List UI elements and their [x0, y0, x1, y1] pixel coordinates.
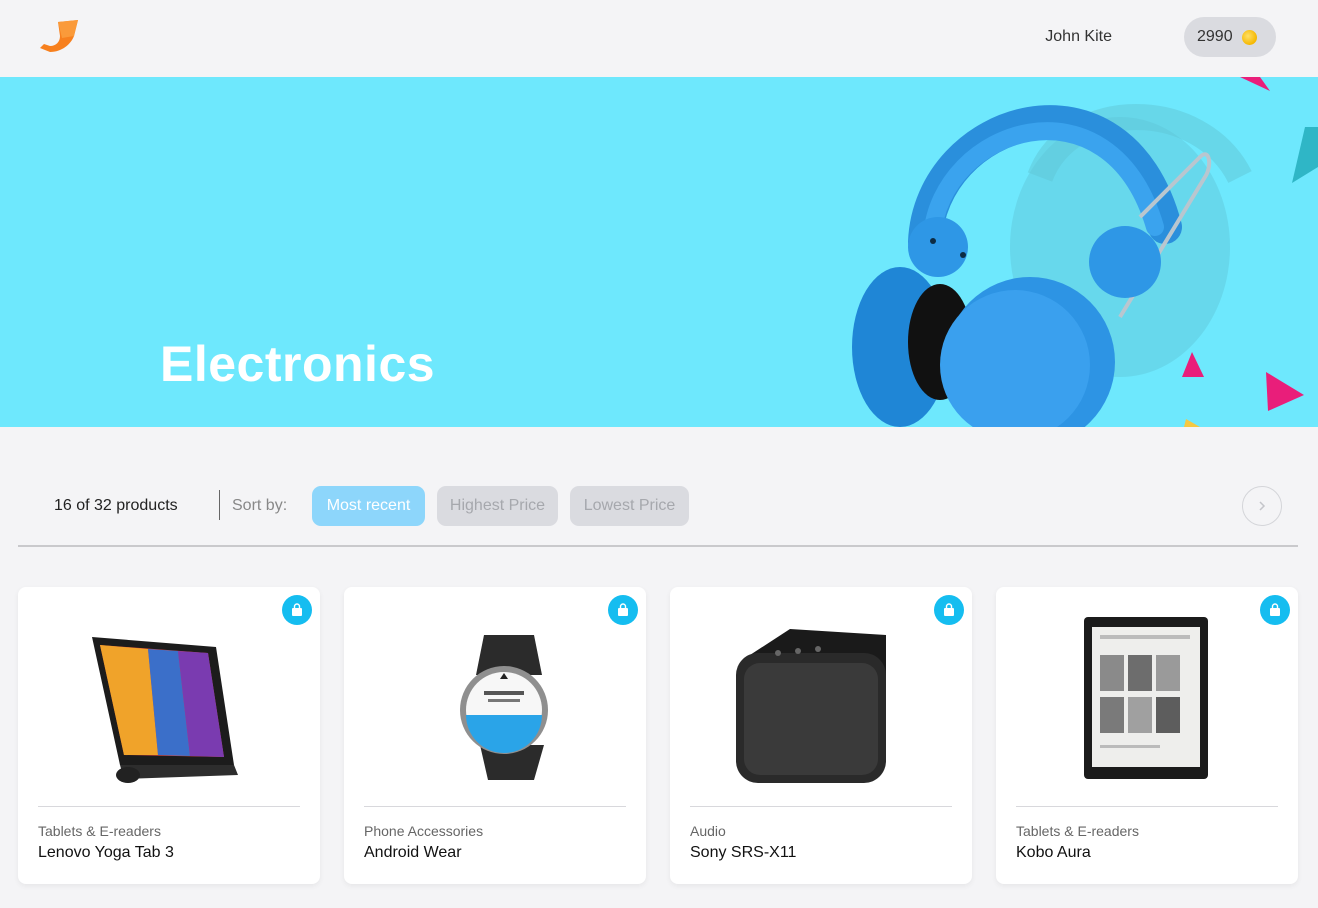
product-count: 16 of 32 products — [54, 497, 178, 514]
product-category: Phone Accessories — [364, 823, 484, 839]
sort-lowest-price-button[interactable]: Lowest Price — [570, 486, 689, 526]
sort-label: Sort by: — [232, 497, 288, 514]
add-to-cart-button[interactable] — [1260, 595, 1290, 625]
product-card[interactable]: Phone Accessories Android Wear — [344, 587, 646, 884]
coin-icon — [1241, 29, 1257, 45]
card-divider — [364, 806, 626, 807]
category-banner: Electronics — [0, 77, 1318, 427]
sort-highest-price-button[interactable]: Highest Price — [437, 486, 558, 526]
product-card[interactable]: Audio Sony SRS-X11 — [670, 587, 972, 884]
product-name[interactable]: Sony SRS-X11 — [690, 844, 796, 862]
shopping-bag-icon — [292, 603, 302, 616]
product-image — [92, 637, 238, 783]
shopping-bag-icon — [1270, 603, 1280, 616]
user-name[interactable]: John Kite — [1045, 28, 1112, 46]
category-title: Electronics — [160, 336, 436, 392]
card-divider — [1016, 806, 1278, 807]
shopping-bag-icon — [944, 603, 954, 616]
add-to-cart-button[interactable] — [934, 595, 964, 625]
product-card[interactable]: Tablets & E-readers Kobo Aura — [996, 587, 1298, 884]
card-divider — [690, 806, 952, 807]
add-to-cart-button[interactable] — [282, 595, 312, 625]
shopping-bag-icon — [618, 603, 628, 616]
toolbar-separator — [18, 545, 1298, 547]
product-name[interactable]: Android Wear — [364, 844, 462, 862]
product-image — [1084, 617, 1208, 779]
product-image — [736, 629, 886, 783]
card-divider — [38, 806, 300, 807]
sort-toolbar: 16 of 32 products Sort by: Most recent H… — [18, 484, 1298, 528]
header: John Kite 2990 — [0, 0, 1318, 77]
product-category: Audio — [690, 823, 726, 839]
headphones-illustration — [852, 77, 1318, 427]
chevron-right-icon — [1259, 501, 1266, 511]
points-balance[interactable]: 2990 — [1184, 17, 1276, 57]
product-image — [460, 635, 548, 780]
product-name[interactable]: Kobo Aura — [1016, 844, 1091, 862]
product-name[interactable]: Lenovo Yoga Tab 3 — [38, 844, 174, 862]
next-page-button[interactable] — [1242, 486, 1282, 526]
logo-icon[interactable] — [38, 18, 82, 56]
points-value: 2990 — [1197, 28, 1233, 45]
product-category: Tablets & E-readers — [1016, 823, 1139, 839]
add-to-cart-button[interactable] — [608, 595, 638, 625]
sort-most-recent-button[interactable]: Most recent — [312, 486, 425, 526]
toolbar-divider — [219, 490, 220, 520]
product-category: Tablets & E-readers — [38, 823, 161, 839]
product-card[interactable]: Tablets & E-readers Lenovo Yoga Tab 3 — [18, 587, 320, 884]
